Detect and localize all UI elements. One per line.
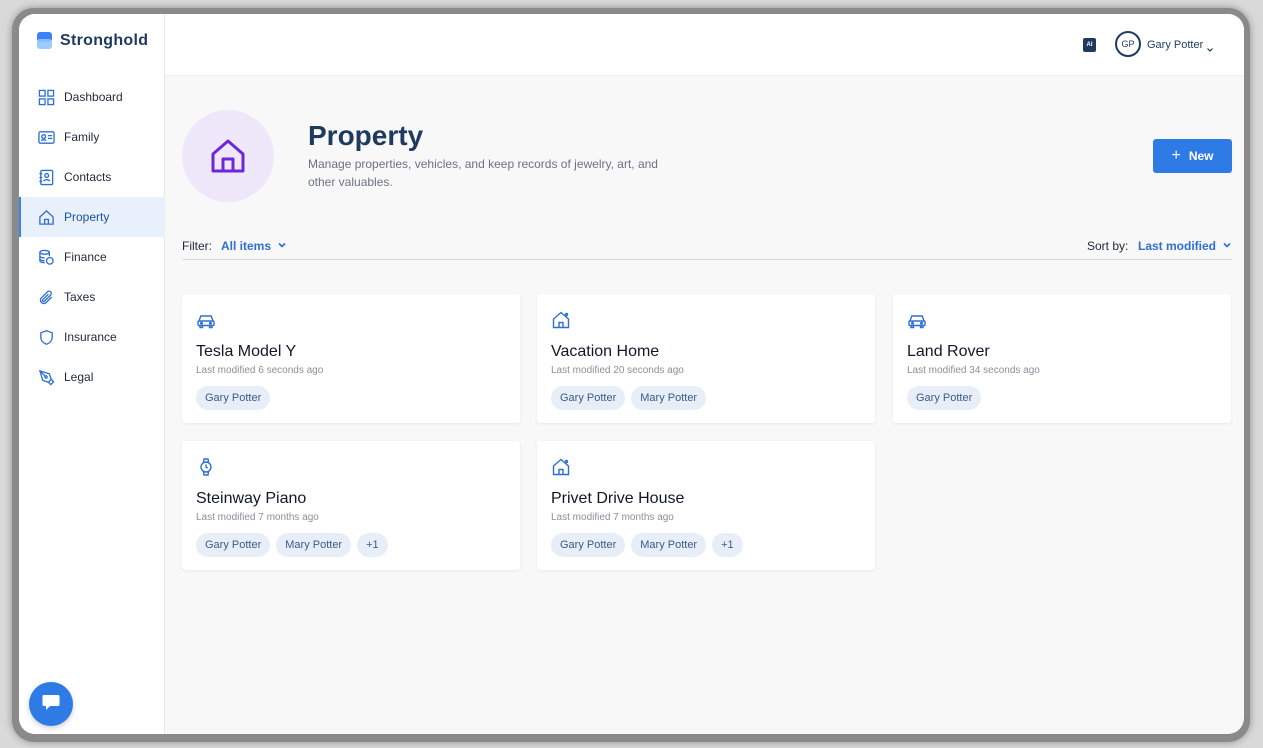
card-tags: Gary Potter Mary Potter [551, 386, 707, 410]
sidebar-item-label: Legal [64, 370, 94, 384]
card-tags: Gary Potter [196, 386, 271, 410]
more-owners-tag: +1 [357, 533, 388, 557]
id-card-icon [38, 129, 55, 146]
property-card-land-rover[interactable]: Land Rover Last modified 34 seconds ago … [893, 294, 1231, 423]
house-icon [211, 139, 245, 173]
property-card-privet-drive-house[interactable]: Privet Drive House Last modified 7 month… [537, 441, 875, 570]
top-bar: AI GP Gary Potter [165, 14, 1244, 76]
card-modified: Last modified 7 months ago [551, 512, 674, 523]
watch-icon [196, 457, 216, 477]
chat-bubble-icon [40, 691, 62, 718]
card-modified: Last modified 20 seconds ago [551, 365, 684, 376]
sidebar-item-label: Dashboard [64, 90, 123, 104]
sidebar-item-label: Insurance [64, 330, 117, 344]
sidebar-item-finance[interactable]: Finance [19, 237, 165, 277]
filter-value: All items [221, 239, 272, 253]
property-hero-icon [182, 110, 274, 202]
card-tags: Gary Potter [907, 386, 982, 410]
sort-value: Last modified [1138, 239, 1217, 253]
chevron-down-icon[interactable] [1206, 41, 1214, 52]
house-icon [551, 457, 571, 477]
sidebar-item-insurance[interactable]: Insurance [19, 317, 165, 357]
card-title: Steinway Piano [196, 490, 307, 507]
sort-dropdown[interactable]: Last modified [1138, 239, 1232, 253]
house-icon [38, 209, 55, 226]
sidebar: Stronghold Dashboard Family Contacts Pro… [19, 14, 165, 734]
owner-tag: Gary Potter [551, 386, 626, 410]
filter-dropdown[interactable]: All items [221, 239, 287, 253]
stronghold-logo-icon [37, 32, 52, 50]
card-title: Vacation Home [551, 343, 660, 360]
sidebar-nav: Dashboard Family Contacts Property Finan… [19, 77, 165, 397]
card-title: Land Rover [907, 343, 990, 360]
coins-icon [38, 249, 55, 266]
sort-label: Sort by: [1087, 239, 1129, 253]
chevron-down-icon [1222, 239, 1232, 253]
brand[interactable]: Stronghold [37, 32, 148, 50]
sidebar-item-label: Finance [64, 250, 107, 264]
owner-tag: Gary Potter [907, 386, 982, 410]
plus-icon: + [1171, 147, 1181, 164]
page-description: Manage properties, vehicles, and keep re… [308, 157, 658, 189]
owner-tag: Gary Potter [196, 386, 271, 410]
filter-label: Filter: [182, 239, 212, 253]
sidebar-item-contacts[interactable]: Contacts [19, 157, 165, 197]
property-card-steinway-piano[interactable]: Steinway Piano Last modified 7 months ag… [182, 441, 520, 570]
sidebar-item-family[interactable]: Family [19, 117, 165, 157]
sidebar-item-taxes[interactable]: Taxes [19, 277, 165, 317]
owner-tag: Mary Potter [631, 533, 707, 557]
app-window: Stronghold Dashboard Family Contacts Pro… [19, 14, 1244, 734]
paperclip-icon [38, 289, 55, 306]
owner-tag: Gary Potter [196, 533, 271, 557]
new-button[interactable]: + New [1153, 139, 1232, 173]
card-modified: Last modified 7 months ago [196, 512, 319, 523]
contact-book-icon [38, 169, 55, 186]
chat-button[interactable] [29, 682, 73, 726]
page-title: Property [308, 120, 424, 151]
card-modified: Last modified 34 seconds ago [907, 365, 1040, 376]
property-card-vacation-home[interactable]: Vacation Home Last modified 20 seconds a… [537, 294, 875, 423]
brand-name: Stronghold [60, 32, 149, 49]
more-owners-tag: +1 [712, 533, 743, 557]
car-icon [907, 310, 927, 330]
card-title: Privet Drive House [551, 490, 685, 507]
sidebar-item-label: Family [64, 130, 100, 144]
chevron-down-icon [277, 239, 287, 253]
property-card-tesla[interactable]: Tesla Model Y Last modified 6 seconds ag… [182, 294, 520, 423]
sidebar-item-legal[interactable]: Legal [19, 357, 165, 397]
ai-assistant-icon[interactable]: AI [1083, 38, 1096, 52]
sidebar-item-label: Taxes [64, 290, 96, 304]
pen-icon [38, 369, 55, 386]
house-icon [551, 310, 571, 330]
card-modified: Last modified 6 seconds ago [196, 365, 324, 376]
owner-tag: Mary Potter [276, 533, 352, 557]
owner-tag: Mary Potter [631, 386, 707, 410]
sidebar-item-label: Contacts [64, 170, 112, 184]
avatar[interactable]: GP [1115, 31, 1141, 57]
owner-tag: Gary Potter [551, 533, 626, 557]
card-title: Tesla Model Y [196, 343, 297, 360]
grid-icon [38, 89, 55, 106]
card-tags: Gary Potter Mary Potter +1 [551, 533, 743, 557]
sidebar-item-label: Property [64, 210, 110, 224]
user-name[interactable]: Gary Potter [1147, 39, 1203, 51]
sidebar-item-property[interactable]: Property [19, 197, 165, 237]
shield-icon [38, 329, 55, 346]
sidebar-item-dashboard[interactable]: Dashboard [19, 77, 165, 117]
new-button-label: New [1188, 149, 1214, 163]
filter-bar: Filter: All items Sort by: Last modified [182, 236, 1232, 260]
car-icon [196, 310, 216, 330]
card-tags: Gary Potter Mary Potter +1 [196, 533, 388, 557]
